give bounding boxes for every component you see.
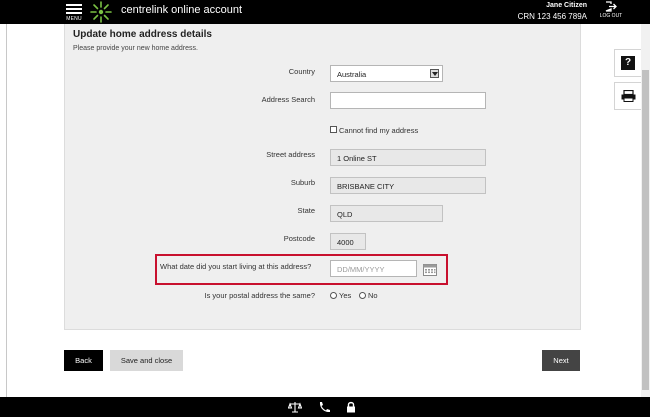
calendar-icon[interactable] bbox=[423, 263, 437, 276]
top-header: MENU centrelink online account Jane Citi… bbox=[0, 0, 650, 24]
country-value: Australia bbox=[337, 70, 367, 79]
logout-button[interactable]: LOG OUT bbox=[599, 1, 623, 23]
state-field: QLD bbox=[330, 205, 443, 222]
address-search-label: Address Search bbox=[261, 95, 315, 104]
postal-no-label[interactable]: No bbox=[368, 291, 378, 300]
country-label: Country bbox=[288, 67, 315, 76]
user-name: Jane Citizen bbox=[546, 2, 587, 9]
back-button[interactable]: Back bbox=[64, 350, 103, 371]
scales-icon[interactable] bbox=[288, 401, 302, 413]
print-button[interactable] bbox=[614, 82, 641, 110]
start-date-input[interactable]: DD/MM/YYYY bbox=[330, 260, 417, 277]
menu-icon-bar bbox=[66, 12, 82, 14]
postal-no-radio[interactable] bbox=[359, 292, 366, 299]
scrollbar[interactable] bbox=[641, 24, 650, 397]
help-icon: ? bbox=[621, 56, 635, 70]
postal-yes-label[interactable]: Yes bbox=[339, 291, 351, 300]
suburb-label: Suburb bbox=[290, 178, 315, 187]
help-button[interactable]: ? bbox=[614, 49, 641, 77]
cannot-find-address-checkbox[interactable] bbox=[330, 126, 337, 133]
footer-bar bbox=[0, 397, 650, 417]
next-button[interactable]: Next bbox=[542, 350, 580, 371]
country-select[interactable]: Australia bbox=[330, 65, 443, 82]
lock-icon[interactable] bbox=[344, 401, 358, 413]
form-title: Update home address details bbox=[73, 29, 212, 40]
app-title: centrelink online account bbox=[121, 4, 243, 16]
menu-label: MENU bbox=[66, 16, 82, 22]
cannot-find-address-label[interactable]: Cannot find my address bbox=[339, 126, 418, 135]
postal-same-label: Is your postal address the same? bbox=[204, 291, 315, 300]
start-date-label: What date did you start living at this a… bbox=[160, 262, 312, 271]
menu-icon-bar bbox=[66, 8, 82, 10]
menu-button[interactable]: MENU bbox=[64, 1, 84, 23]
postcode-label: Postcode bbox=[283, 234, 315, 243]
scroll-thumb[interactable] bbox=[642, 70, 649, 390]
logout-icon bbox=[605, 1, 617, 12]
menu-icon bbox=[66, 4, 82, 6]
chevron-down-icon bbox=[430, 69, 439, 78]
logout-label: LOG OUT bbox=[599, 13, 623, 19]
save-and-close-button[interactable]: Save and close bbox=[110, 350, 183, 371]
centrelink-logo bbox=[90, 1, 112, 23]
state-label: State bbox=[297, 206, 315, 215]
street-address-label: Street address bbox=[266, 150, 315, 159]
postal-yes-radio[interactable] bbox=[330, 292, 337, 299]
suburb-field: BRISBANE CITY bbox=[330, 177, 486, 194]
user-crn: CRN 123 456 789A bbox=[517, 12, 587, 21]
print-icon bbox=[621, 90, 636, 102]
address-search-input[interactable] bbox=[330, 92, 486, 109]
phone-icon[interactable] bbox=[317, 401, 331, 413]
postcode-field: 4000 bbox=[330, 233, 366, 250]
page-edge-line bbox=[6, 24, 7, 397]
street-address-field: 1 Online ST bbox=[330, 149, 486, 166]
form-subtitle: Please provide your new home address. bbox=[73, 45, 198, 52]
